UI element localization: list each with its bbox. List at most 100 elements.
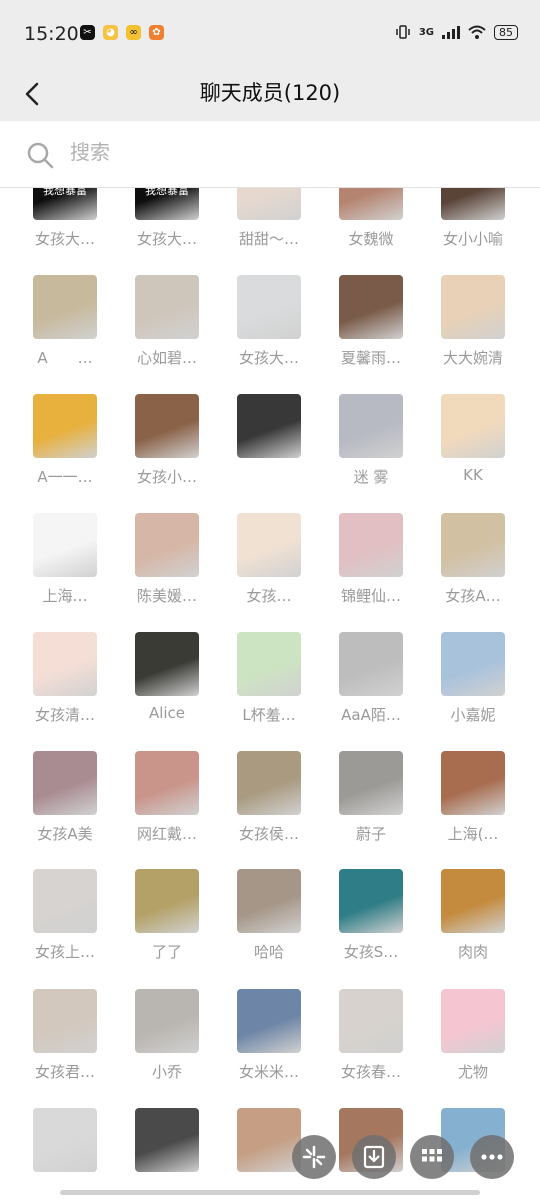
member-avatar[interactable] xyxy=(339,275,403,339)
member-item[interactable]: KK xyxy=(425,394,521,504)
member-item[interactable]: 陈美媛… xyxy=(119,513,215,623)
member-item[interactable]: 夏馨雨… xyxy=(323,275,419,385)
member-avatar[interactable] xyxy=(33,275,97,339)
member-item[interactable] xyxy=(17,1108,113,1180)
member-avatar[interactable] xyxy=(441,751,505,815)
member-avatar[interactable] xyxy=(339,394,403,458)
member-item[interactable]: 女孩大… xyxy=(221,275,317,385)
member-avatar[interactable] xyxy=(441,632,505,696)
member-item[interactable]: 女孩上… xyxy=(17,869,113,979)
member-avatar[interactable] xyxy=(441,394,505,458)
member-item[interactable]: 上海(… xyxy=(425,751,521,861)
search-input[interactable] xyxy=(68,139,492,165)
member-avatar[interactable] xyxy=(33,632,97,696)
member-avatar[interactable] xyxy=(237,275,301,339)
member-name: AaA陌… xyxy=(341,706,401,724)
member-item[interactable]: L杯羞… xyxy=(221,632,317,742)
sparkle-button[interactable] xyxy=(292,1135,336,1179)
member-avatar[interactable]: 我想暴富 xyxy=(135,188,199,220)
member-avatar[interactable] xyxy=(135,1108,199,1172)
member-item[interactable]: 了了 xyxy=(119,869,215,979)
member-item[interactable]: 蔚子 xyxy=(323,751,419,861)
member-item[interactable]: 女魏微 xyxy=(323,188,419,266)
member-avatar[interactable] xyxy=(33,1108,97,1172)
member-avatar[interactable] xyxy=(135,275,199,339)
member-avatar[interactable] xyxy=(441,989,505,1053)
member-item[interactable]: 女孩侯… xyxy=(221,751,317,861)
member-avatar[interactable] xyxy=(135,869,199,933)
more-icon xyxy=(481,1154,503,1160)
gesture-handle[interactable] xyxy=(60,1190,480,1195)
member-avatar[interactable] xyxy=(237,513,301,577)
member-item[interactable]: A … xyxy=(17,275,113,385)
member-item[interactable]: 迷 雾 xyxy=(323,394,419,504)
member-avatar[interactable] xyxy=(237,632,301,696)
member-item[interactable]: 心如碧… xyxy=(119,275,215,385)
notification-icons: ✂ ◕ ∞ ✿ xyxy=(80,25,164,40)
member-avatar[interactable] xyxy=(33,869,97,933)
member-avatar[interactable] xyxy=(135,989,199,1053)
member-item[interactable]: AaA陌… xyxy=(323,632,419,742)
member-item[interactable]: 女孩清… xyxy=(17,632,113,742)
member-item[interactable]: Alice xyxy=(119,632,215,742)
member-avatar[interactable] xyxy=(441,188,505,220)
member-avatar[interactable] xyxy=(135,751,199,815)
member-avatar[interactable] xyxy=(33,989,97,1053)
member-avatar[interactable] xyxy=(441,869,505,933)
member-avatar[interactable] xyxy=(339,869,403,933)
member-avatar[interactable] xyxy=(339,989,403,1053)
member-item[interactable]: 锦鲤仙… xyxy=(323,513,419,623)
member-name: 蔚子 xyxy=(355,825,386,843)
member-avatar[interactable] xyxy=(441,513,505,577)
member-avatar[interactable] xyxy=(135,513,199,577)
member-item[interactable]: 小乔 xyxy=(119,989,215,1099)
grid-button[interactable] xyxy=(410,1135,454,1179)
member-avatar[interactable] xyxy=(237,394,301,458)
member-item[interactable]: 女孩S… xyxy=(323,869,419,979)
member-item[interactable]: A一一… xyxy=(17,394,113,504)
network-type: 3G xyxy=(418,26,434,38)
member-name: 网红戴… xyxy=(136,825,197,843)
member-item[interactable]: 尤物 xyxy=(425,989,521,1099)
member-item[interactable]: 女小小喻 xyxy=(425,188,521,266)
member-avatar[interactable] xyxy=(135,394,199,458)
member-avatar[interactable] xyxy=(237,989,301,1053)
member-avatar[interactable] xyxy=(339,513,403,577)
member-avatar[interactable] xyxy=(237,188,301,220)
wifi-icon xyxy=(468,25,486,39)
member-item[interactable]: 大大婉清 xyxy=(425,275,521,385)
more-button[interactable] xyxy=(470,1135,514,1179)
member-name: 上海… xyxy=(42,587,88,605)
member-item[interactable]: 女孩小… xyxy=(119,394,215,504)
member-avatar[interactable]: 我想暴富 xyxy=(33,188,97,220)
member-item[interactable]: 女孩君… xyxy=(17,989,113,1099)
member-item[interactable]: 我想暴富 女孩大… xyxy=(119,188,215,266)
member-avatar[interactable] xyxy=(339,632,403,696)
member-item[interactable]: 女孩春… xyxy=(323,989,419,1099)
member-name: 甜甜～… xyxy=(238,230,299,248)
member-item[interactable]: 肉肉 xyxy=(425,869,521,979)
member-avatar[interactable] xyxy=(339,188,403,220)
member-avatar[interactable] xyxy=(33,513,97,577)
member-item[interactable]: 女孩A美 xyxy=(17,751,113,861)
search-bar xyxy=(0,121,540,188)
member-avatar[interactable] xyxy=(237,869,301,933)
member-item[interactable]: 上海… xyxy=(17,513,113,623)
member-item[interactable]: 网红戴… xyxy=(119,751,215,861)
member-avatar[interactable] xyxy=(33,751,97,815)
member-item[interactable]: 甜甜～… xyxy=(221,188,317,266)
member-item[interactable]: 女孩… xyxy=(221,513,317,623)
member-item[interactable]: 小嘉妮 xyxy=(425,632,521,742)
member-avatar[interactable] xyxy=(339,751,403,815)
member-avatar[interactable] xyxy=(441,275,505,339)
download-button[interactable] xyxy=(352,1135,396,1179)
member-avatar[interactable] xyxy=(33,394,97,458)
member-item[interactable]: 哈哈 xyxy=(221,869,317,979)
member-item[interactable] xyxy=(119,1108,215,1180)
member-item[interactable]: 女米米… xyxy=(221,989,317,1099)
member-avatar[interactable] xyxy=(237,751,301,815)
member-item[interactable]: 我想暴富 女孩大… xyxy=(17,188,113,266)
member-item[interactable]: 女孩A… xyxy=(425,513,521,623)
member-avatar[interactable] xyxy=(135,632,199,696)
member-item[interactable] xyxy=(221,394,317,504)
